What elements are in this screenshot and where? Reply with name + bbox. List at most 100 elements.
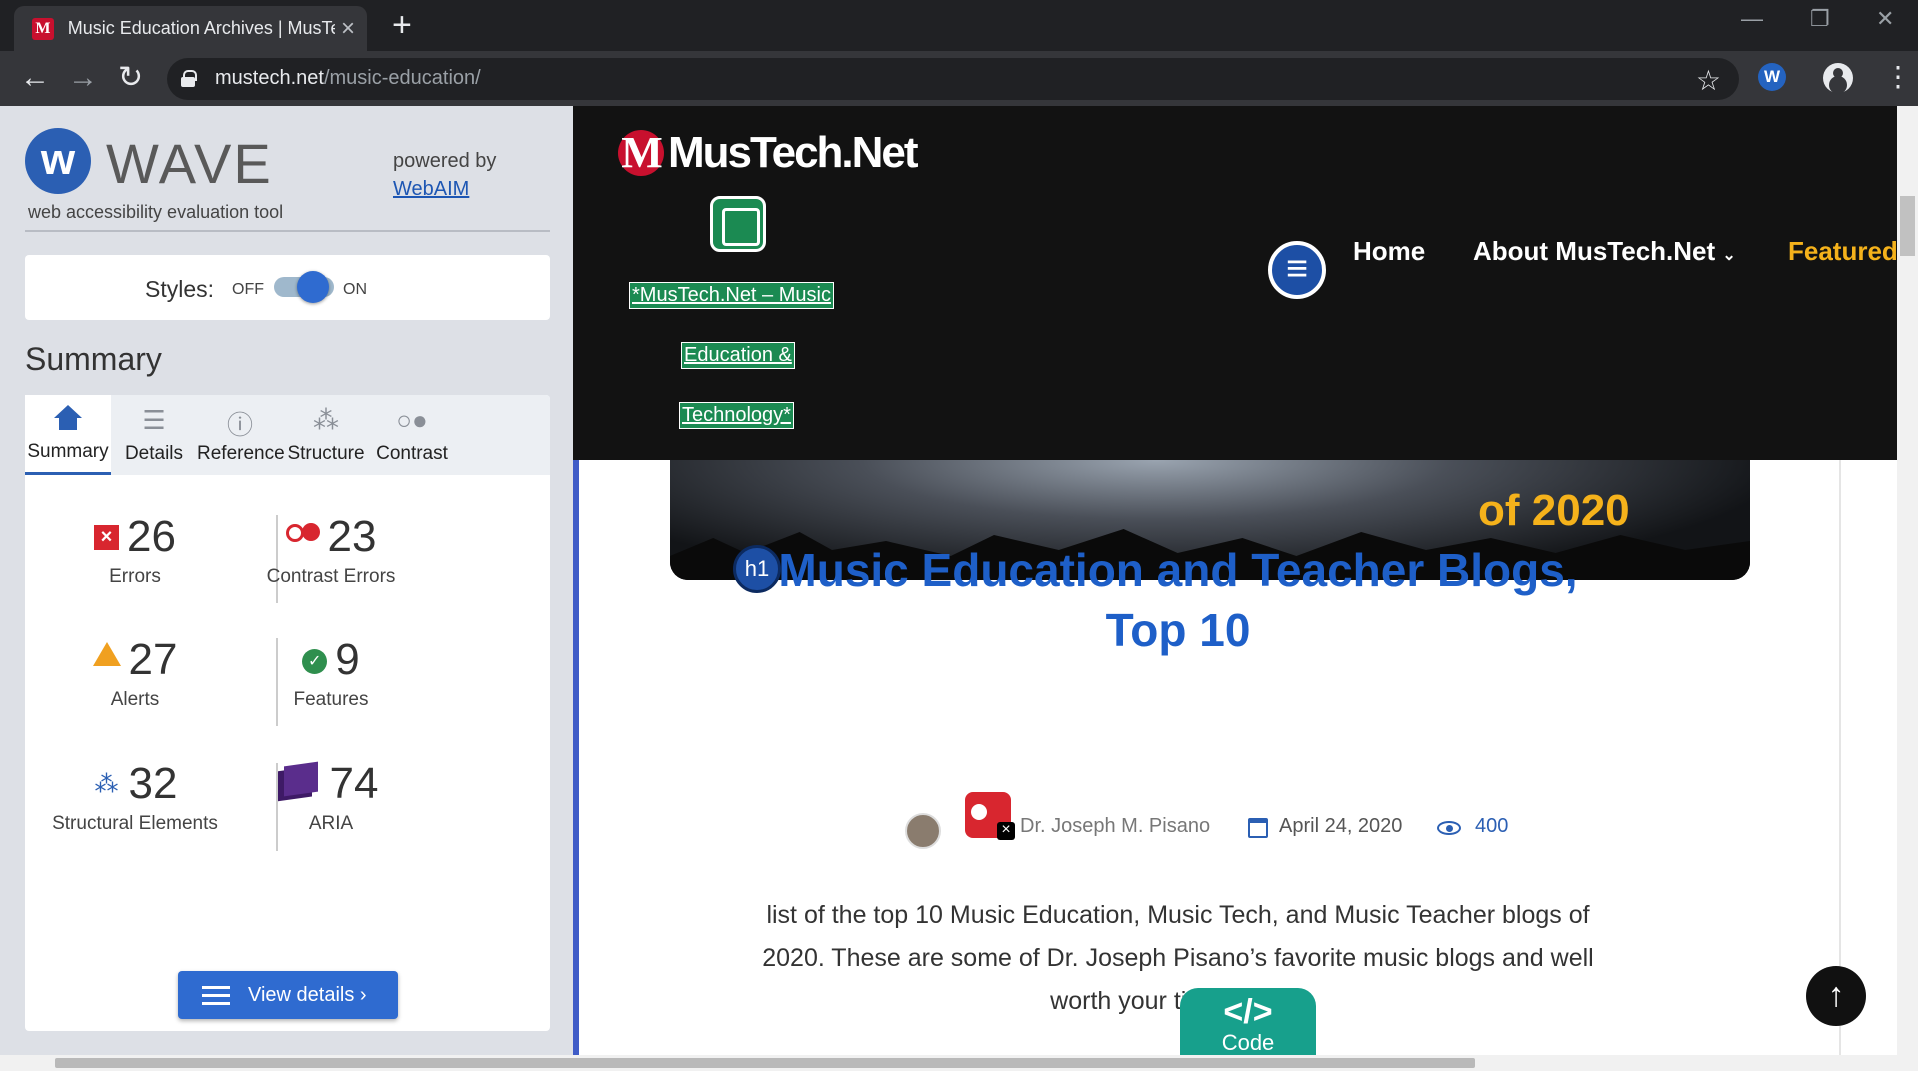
- tab-contrast[interactable]: ○● Contrast: [369, 395, 455, 475]
- nav-home[interactable]: Home: [1353, 236, 1425, 267]
- code-toggle-button[interactable]: </> Code: [1180, 988, 1316, 1055]
- code-label: Code: [1221, 1030, 1275, 1055]
- nav-about[interactable]: About MusTech.Net ⌄: [1473, 236, 1736, 267]
- divider: [25, 230, 550, 232]
- nav-featured[interactable]: Featured: [1788, 236, 1898, 267]
- contrast-errors-stat[interactable]: 23 Contrast Errors: [231, 512, 431, 588]
- contrast-error-icon: [285, 523, 320, 542]
- post-excerpt: list of the top 10 Music Education, Musi…: [762, 901, 1594, 1015]
- tab-summary[interactable]: Summary: [25, 395, 111, 475]
- wave-tagline: web accessibility evaluation tool: [28, 202, 284, 222]
- avatar[interactable]: [905, 813, 941, 849]
- views-eye-icon: [1437, 821, 1461, 835]
- post-author[interactable]: Dr. Joseph M. Pisano: [1020, 815, 1210, 838]
- browser-tab-bar: M Music Education Archives | MusTe × + —…: [0, 0, 1918, 51]
- minimize-icon[interactable]: —: [1741, 6, 1763, 32]
- tab-structure[interactable]: ⁂ Structure: [283, 395, 369, 475]
- profile-icon[interactable]: [1823, 63, 1853, 93]
- tab-label: Reference: [197, 443, 285, 464]
- alerts-stat[interactable]: 27 Alerts: [35, 635, 235, 711]
- url-text[interactable]: mustech.net/music-education/: [215, 67, 481, 90]
- forward-icon[interactable]: →: [68, 60, 98, 96]
- styles-toggle-knob[interactable]: [297, 271, 329, 303]
- wave-image-alt-icon[interactable]: [710, 196, 766, 252]
- structure-icon: ⁂: [94, 771, 119, 798]
- list-icon: [202, 984, 230, 1006]
- wave-extension-icon[interactable]: W: [1758, 63, 1786, 91]
- wave-list-icon[interactable]: [1268, 241, 1326, 299]
- alerts-count: 27: [128, 635, 178, 684]
- new-tab-button[interactable]: +: [392, 8, 412, 42]
- site-favicon-icon: M: [32, 17, 54, 40]
- browser-tab[interactable]: M Music Education Archives | MusTe ×: [14, 6, 367, 51]
- tab-reference[interactable]: ⓘ Reference: [197, 395, 285, 475]
- close-tab-icon[interactable]: ×: [341, 16, 355, 41]
- structural-stat[interactable]: ⁂ 32 Structural Elements: [35, 759, 235, 835]
- styles-off-label: OFF: [232, 281, 264, 298]
- post-date: April 24, 2020: [1279, 815, 1403, 837]
- list-icon: ☰: [142, 405, 166, 435]
- back-to-top-button[interactable]: ↑: [1806, 966, 1866, 1026]
- features-count: 9: [335, 635, 360, 684]
- tab-label: Structure: [287, 443, 365, 464]
- features-stat[interactable]: ✓ 9 Features: [231, 635, 431, 711]
- chevron-down-icon: ⌄: [1722, 247, 1736, 264]
- reload-icon[interactable]: ↻: [118, 60, 143, 96]
- post-title[interactable]: Music Education and Teacher Blogs, Top 1…: [763, 540, 1593, 660]
- view-details-label: View details ›: [248, 983, 367, 1006]
- webaim-link[interactable]: WebAIM: [393, 178, 469, 201]
- address-bar[interactable]: mustech.net/music-education/ ☆: [167, 58, 1739, 100]
- error-icon: ×: [94, 525, 120, 550]
- errors-label: Errors: [109, 566, 161, 587]
- summary-panel: Summary ☰ Details ⓘ Reference ⁂ Structur…: [25, 395, 550, 1031]
- errors-count: 26: [127, 512, 176, 561]
- alert-icon: [92, 642, 121, 666]
- code-icon: </>: [1223, 993, 1273, 1031]
- lock-icon[interactable]: [181, 70, 197, 87]
- structural-label: Structural Elements: [52, 813, 218, 834]
- wave-tabs: Summary ☰ Details ⓘ Reference ⁂ Structur…: [25, 395, 550, 475]
- wave-brand: WAVE: [106, 132, 273, 195]
- browser-menu-icon[interactable]: ⋮: [1884, 60, 1912, 93]
- feature-check-icon: ✓: [302, 649, 328, 674]
- contrast-errors-count: 23: [327, 512, 377, 561]
- post-views: 400: [1475, 815, 1509, 837]
- horizontal-scrollbar-thumb[interactable]: [55, 1058, 1475, 1068]
- wave-sidebar: w WAVE web accessibility evaluation tool…: [0, 106, 573, 1061]
- back-icon[interactable]: ←: [20, 60, 50, 96]
- styles-on-label: ON: [343, 281, 367, 298]
- hero-year: of 2020: [1478, 486, 1630, 535]
- restore-icon[interactable]: ❐: [1810, 6, 1830, 32]
- horizontal-scrollbar[interactable]: [0, 1055, 1918, 1071]
- tab-label: Details: [124, 443, 184, 464]
- logo-alt-text: *MusTech.Net – Music: [629, 282, 834, 309]
- contrast-icon: ○●: [396, 405, 428, 435]
- vertical-scrollbar[interactable]: [1897, 106, 1918, 1055]
- close-window-icon[interactable]: ✕: [1876, 6, 1894, 32]
- summary-heading: Summary: [25, 341, 162, 377]
- logo-alt-text: Technology*: [679, 402, 794, 429]
- tab-details[interactable]: ☰ Details: [111, 395, 197, 475]
- aria-stat[interactable]: 74 ARIA: [231, 759, 431, 835]
- errors-stat[interactable]: × 26 Errors: [35, 512, 235, 588]
- contrast-error-icon[interactable]: [965, 792, 1015, 840]
- vertical-scrollbar-thumb[interactable]: [1900, 196, 1915, 256]
- web-page: M MusTech.Net *MusTech.Net – Music Educat…: [573, 106, 1898, 1055]
- tab-label: Summary: [27, 441, 109, 462]
- site-logo[interactable]: M MusTech.Net: [618, 128, 919, 178]
- home-icon: [54, 405, 82, 433]
- view-details-button[interactable]: View details ›: [178, 971, 398, 1019]
- tab-title: Music Education Archives | MusTe: [67, 18, 335, 38]
- site-header: M MusTech.Net *MusTech.Net – Music Educat…: [573, 106, 1898, 460]
- features-label: Features: [293, 689, 369, 710]
- wave-logo-icon: w: [25, 128, 91, 194]
- browser-toolbar: ← → ↻ mustech.net/music-education/ ☆ W ⋮: [0, 51, 1918, 106]
- info-icon: ⓘ: [226, 410, 253, 440]
- content-border: [573, 460, 579, 1055]
- contrast-errors-label: Contrast Errors: [266, 566, 396, 587]
- calendar-icon: [1248, 818, 1268, 838]
- structural-count: 32: [128, 759, 178, 808]
- logo-alt-text: Education &: [681, 342, 795, 369]
- bookmark-star-icon[interactable]: ☆: [1696, 64, 1721, 97]
- alerts-label: Alerts: [110, 689, 160, 710]
